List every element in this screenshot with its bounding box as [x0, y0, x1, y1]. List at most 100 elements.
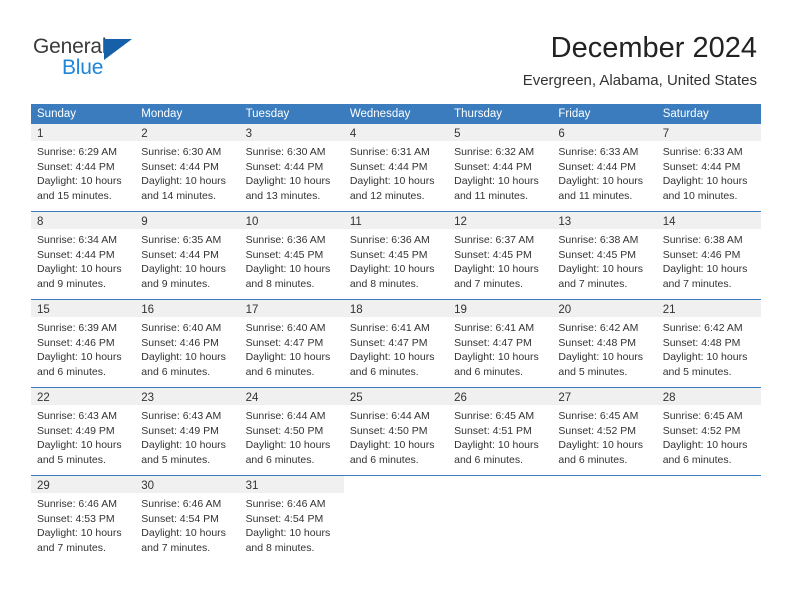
day-number: 18	[349, 304, 363, 316]
day-cell[interactable]: 14 Sunrise: 6:38 AM Sunset: 4:46 PM Dayligh…	[656, 212, 761, 292]
day-cell[interactable]: 1 Sunrise: 6:29 AM Sunset: 4:44 PM Daylight…	[31, 124, 136, 204]
general-blue-logo[interactable]: General Blue	[33, 36, 153, 84]
day-details: Sunrise: 6:29 AM Sunset: 4:44 PM Daylight:…	[31, 141, 135, 203]
day-cell[interactable]: 9 Sunrise: 6:35 AM Sunset: 4:44 PM Daylight…	[135, 212, 240, 292]
day-details: Sunrise: 6:45 AM Sunset: 4:52 PM Daylight:…	[657, 405, 761, 467]
sunset-text: Sunset: 4:52 PM	[558, 424, 637, 437]
day-number: 8	[37, 216, 44, 228]
day-details: Sunrise: 6:40 AM Sunset: 4:46 PM Daylight:…	[135, 317, 239, 379]
daylight-text-line1: Daylight: 10 hours	[245, 527, 331, 539]
daylight-text-line1: Daylight: 10 hours	[245, 351, 331, 363]
sunrise-text: Sunrise: 6:41 AM	[454, 322, 535, 334]
day-cell[interactable]: 17 Sunrise: 6:40 AM Sunset: 4:47 PM Dayligh…	[239, 300, 344, 380]
daylight-text-line2: and 7 minutes.	[558, 277, 628, 290]
sunset-text: Sunset: 4:51 PM	[454, 424, 532, 437]
sunrise-text: Sunrise: 6:43 AM	[37, 410, 117, 422]
sunset-text: Sunset: 4:46 PM	[141, 336, 219, 349]
daylight-text-line1: Daylight: 10 hours	[141, 439, 226, 451]
sunset-text: Sunset: 4:54 PM	[141, 512, 219, 525]
calendar-weeks: 1 Sunrise: 6:29 AM Sunset: 4:44 PM Daylight…	[31, 124, 761, 556]
sunset-text: Sunset: 4:44 PM	[141, 160, 219, 173]
daylight-text-line2: and 7 minutes.	[37, 541, 106, 554]
daylight-text-line1: Daylight: 10 hours	[558, 175, 644, 187]
sunrise-text: Sunrise: 6:45 AM	[662, 410, 743, 422]
sunset-text: Sunset: 4:44 PM	[349, 160, 428, 173]
day-cell[interactable]: 13 Sunrise: 6:38 AM Sunset: 4:45 PM Dayligh…	[552, 212, 657, 292]
day-cell[interactable]: 7 Sunrise: 6:33 AM Sunset: 4:44 PM Daylight…	[656, 124, 761, 204]
day-cell[interactable]: 5 Sunrise: 6:32 AM Sunset: 4:44 PM Daylight…	[448, 124, 553, 204]
day-cell[interactable]: 11 Sunrise: 6:36 AM Sunset: 4:45 PM Dayligh…	[343, 212, 449, 292]
sunset-text: Sunset: 4:44 PM	[245, 160, 324, 173]
sunrise-text: Sunrise: 6:38 AM	[558, 234, 639, 246]
sunrise-text: Sunrise: 6:29 AM	[37, 146, 117, 158]
day-cell[interactable]: 28 Sunrise: 6:45 AM Sunset: 4:52 PM Dayligh…	[656, 388, 761, 468]
sunrise-text: Sunrise: 6:44 AM	[245, 410, 326, 422]
day-number-bar: 29	[31, 476, 136, 493]
daylight-text-line1: Daylight: 10 hours	[662, 351, 748, 363]
weekday-header-thursday: Thursday	[454, 108, 503, 120]
day-details: Sunrise: 6:43 AM Sunset: 4:49 PM Daylight:…	[31, 405, 135, 467]
day-cell[interactable]: 29 Sunrise: 6:46 AM Sunset: 4:53 PM Dayligh…	[31, 476, 136, 556]
day-cell[interactable]: 10 Sunrise: 6:36 AM Sunset: 4:45 PM Dayligh…	[239, 212, 344, 292]
day-number: 11	[349, 216, 362, 228]
day-cell[interactable]: 16 Sunrise: 6:40 AM Sunset: 4:46 PM Dayligh…	[135, 300, 240, 380]
day-number: 22	[37, 392, 50, 404]
daylight-text-line1: Daylight: 10 hours	[141, 527, 226, 539]
daylight-text-line2: and 6 minutes.	[349, 365, 419, 378]
sunrise-text: Sunrise: 6:30 AM	[245, 146, 326, 158]
sunset-text: Sunset: 4:44 PM	[37, 248, 115, 261]
daylight-text-line2: and 6 minutes.	[141, 365, 211, 378]
daylight-text-line2: and 6 minutes.	[245, 453, 315, 466]
day-number: 23	[141, 392, 155, 404]
day-details: Sunrise: 6:43 AM Sunset: 4:49 PM Daylight:…	[135, 405, 239, 467]
sunset-text: Sunset: 4:49 PM	[37, 424, 115, 437]
daylight-text-line2: and 5 minutes.	[37, 453, 106, 466]
day-number-bar: 2	[135, 124, 240, 141]
day-cell[interactable]: 24 Sunrise: 6:44 AM Sunset: 4:50 PM Dayligh…	[239, 388, 344, 468]
day-cell[interactable]: 4 Sunrise: 6:31 AM Sunset: 4:44 PM Daylight…	[343, 124, 449, 204]
day-details: Sunrise: 6:34 AM Sunset: 4:44 PM Daylight:…	[31, 229, 135, 291]
day-cell[interactable]: 19 Sunrise: 6:41 AM Sunset: 4:47 PM Dayligh…	[448, 300, 553, 380]
daylight-text-line2: and 13 minutes.	[245, 189, 321, 202]
sunset-text: Sunset: 4:45 PM	[558, 248, 637, 261]
daylight-text-line2: and 6 minutes.	[349, 453, 419, 466]
day-number-bar: 5	[448, 124, 553, 141]
daylight-text-line2: and 6 minutes.	[454, 453, 524, 466]
weekday-header-saturday: Saturday	[662, 108, 709, 120]
day-cell[interactable]: 26 Sunrise: 6:45 AM Sunset: 4:51 PM Dayligh…	[448, 388, 553, 468]
daylight-text-line2: and 5 minutes.	[662, 365, 732, 378]
day-cell[interactable]: 2 Sunrise: 6:30 AM Sunset: 4:44 PM Daylight…	[135, 124, 240, 204]
day-number: 6	[558, 128, 565, 140]
day-number-bar: 18	[343, 300, 449, 317]
day-details: Sunrise: 6:41 AM Sunset: 4:47 PM Daylight:…	[344, 317, 448, 379]
daylight-text-line2: and 6 minutes.	[454, 365, 524, 378]
day-cell[interactable]: 6 Sunrise: 6:33 AM Sunset: 4:44 PM Daylight…	[552, 124, 657, 204]
day-cell[interactable]: 18 Sunrise: 6:41 AM Sunset: 4:47 PM Dayligh…	[343, 300, 449, 380]
day-cell[interactable]: 27 Sunrise: 6:45 AM Sunset: 4:52 PM Dayligh…	[552, 388, 657, 468]
daylight-text-line1: Daylight: 10 hours	[349, 439, 435, 451]
day-number-bar: 28	[656, 388, 761, 405]
day-cell[interactable]: 12 Sunrise: 6:37 AM Sunset: 4:45 PM Dayligh…	[448, 212, 553, 292]
sunset-text: Sunset: 4:44 PM	[558, 160, 637, 173]
day-cell[interactable]: 31 Sunrise: 6:46 AM Sunset: 4:54 PM Dayligh…	[239, 476, 344, 556]
title-block: December 2024 Evergreen, Alabama, United…	[257, 30, 757, 92]
day-number: 31	[245, 480, 259, 492]
day-cell[interactable]: 23 Sunrise: 6:43 AM Sunset: 4:49 PM Dayligh…	[135, 388, 240, 468]
day-cell[interactable]: 30 Sunrise: 6:46 AM Sunset: 4:54 PM Dayligh…	[135, 476, 240, 556]
sunrise-text: Sunrise: 6:36 AM	[349, 234, 430, 246]
day-cell[interactable]: 22 Sunrise: 6:43 AM Sunset: 4:49 PM Dayligh…	[31, 388, 136, 468]
day-number-bar: 27	[552, 388, 657, 405]
day-cell[interactable]: 3 Sunrise: 6:30 AM Sunset: 4:44 PM Daylight…	[239, 124, 344, 204]
day-cell[interactable]: 8 Sunrise: 6:34 AM Sunset: 4:44 PM Daylight…	[31, 212, 136, 292]
day-cell[interactable]: 25 Sunrise: 6:44 AM Sunset: 4:50 PM Dayligh…	[343, 388, 449, 468]
daylight-text-line2: and 7 minutes.	[454, 277, 524, 290]
sunrise-text: Sunrise: 6:41 AM	[349, 322, 430, 334]
day-cell[interactable]: 15 Sunrise: 6:39 AM Sunset: 4:46 PM Dayligh…	[31, 300, 136, 380]
day-cell[interactable]: 21 Sunrise: 6:42 AM Sunset: 4:48 PM Dayligh…	[656, 300, 761, 380]
calendar-week-row: 8 Sunrise: 6:34 AM Sunset: 4:44 PM Daylight…	[31, 211, 761, 292]
day-number: 9	[141, 216, 148, 228]
day-number: 20	[558, 304, 572, 316]
day-number-bar: 24	[239, 388, 344, 405]
day-cell[interactable]: 20 Sunrise: 6:42 AM Sunset: 4:48 PM Dayligh…	[552, 300, 657, 380]
empty-day-cell	[343, 476, 449, 556]
